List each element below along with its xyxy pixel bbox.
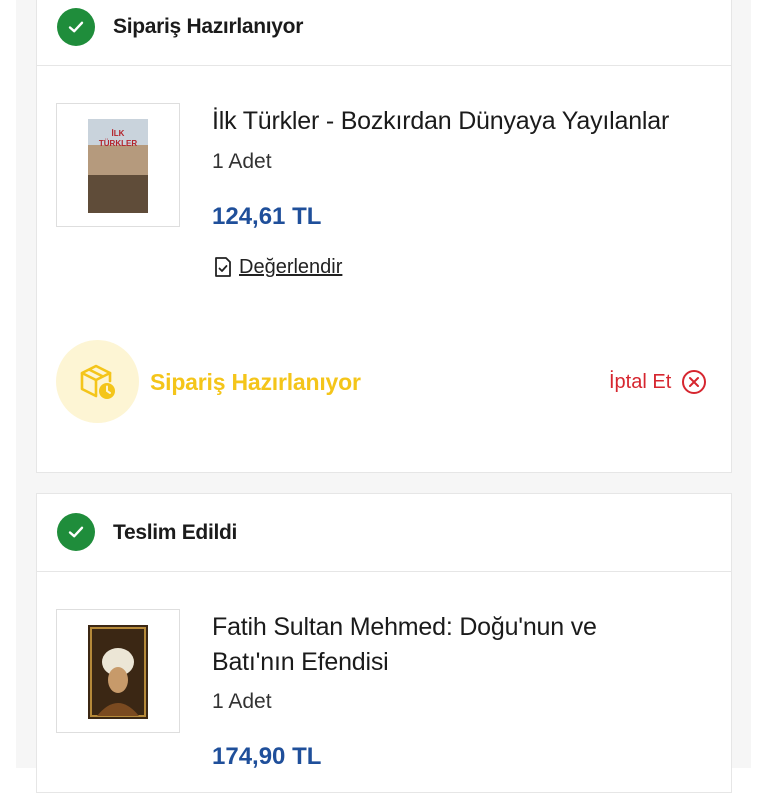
review-label[interactable]: Değerlendir xyxy=(239,256,342,279)
order-card: Sipariş Hazırlanıyor İLK TÜRKLER İlk Tür… xyxy=(36,0,732,473)
product-price: 124,61 TL xyxy=(212,203,322,230)
product-title[interactable]: İlk Türkler - Bozkırdan Dünyaya Yayılanl… xyxy=(212,104,712,139)
review-button[interactable]: Değerlendir xyxy=(211,255,342,279)
review-icon xyxy=(215,257,231,277)
svg-text:İLK: İLK xyxy=(112,129,125,138)
check-icon xyxy=(57,513,95,551)
order-card: Teslim Edildi Fatih Sultan Mehmed: Doğu'… xyxy=(36,493,732,793)
svg-text:TÜRKLER: TÜRKLER xyxy=(99,139,137,148)
product-image[interactable]: İLK TÜRKLER xyxy=(56,103,180,227)
order-status-header: Sipariş Hazırlanıyor xyxy=(37,0,731,66)
cancel-order-button[interactable]: İptal Et xyxy=(609,369,707,395)
order-status-label: Sipariş Hazırlanıyor xyxy=(113,15,304,38)
cancel-label[interactable]: İptal Et xyxy=(609,371,671,394)
product-title-line[interactable]: Fatih Sultan Mehmed: Doğu'nun ve xyxy=(212,610,712,645)
package-preparing-icon xyxy=(56,340,139,423)
product-image[interactable] xyxy=(56,609,180,733)
product-title[interactable]: Fatih Sultan Mehmed: Doğu'nun ve Batı'nı… xyxy=(212,610,712,680)
progress-status-text: Sipariş Hazırlanıyor xyxy=(150,369,361,395)
product-quantity: 1 Adet xyxy=(212,150,272,173)
order-status-label: Teslim Edildi xyxy=(113,521,238,544)
cancel-circle-icon[interactable] xyxy=(681,369,707,395)
product-price: 174,90 TL xyxy=(212,743,322,770)
check-icon xyxy=(57,8,95,46)
order-status-header: Teslim Edildi xyxy=(37,494,731,572)
product-quantity: 1 Adet xyxy=(212,690,272,713)
product-title-line[interactable]: Batı'nın Efendisi xyxy=(212,645,712,680)
